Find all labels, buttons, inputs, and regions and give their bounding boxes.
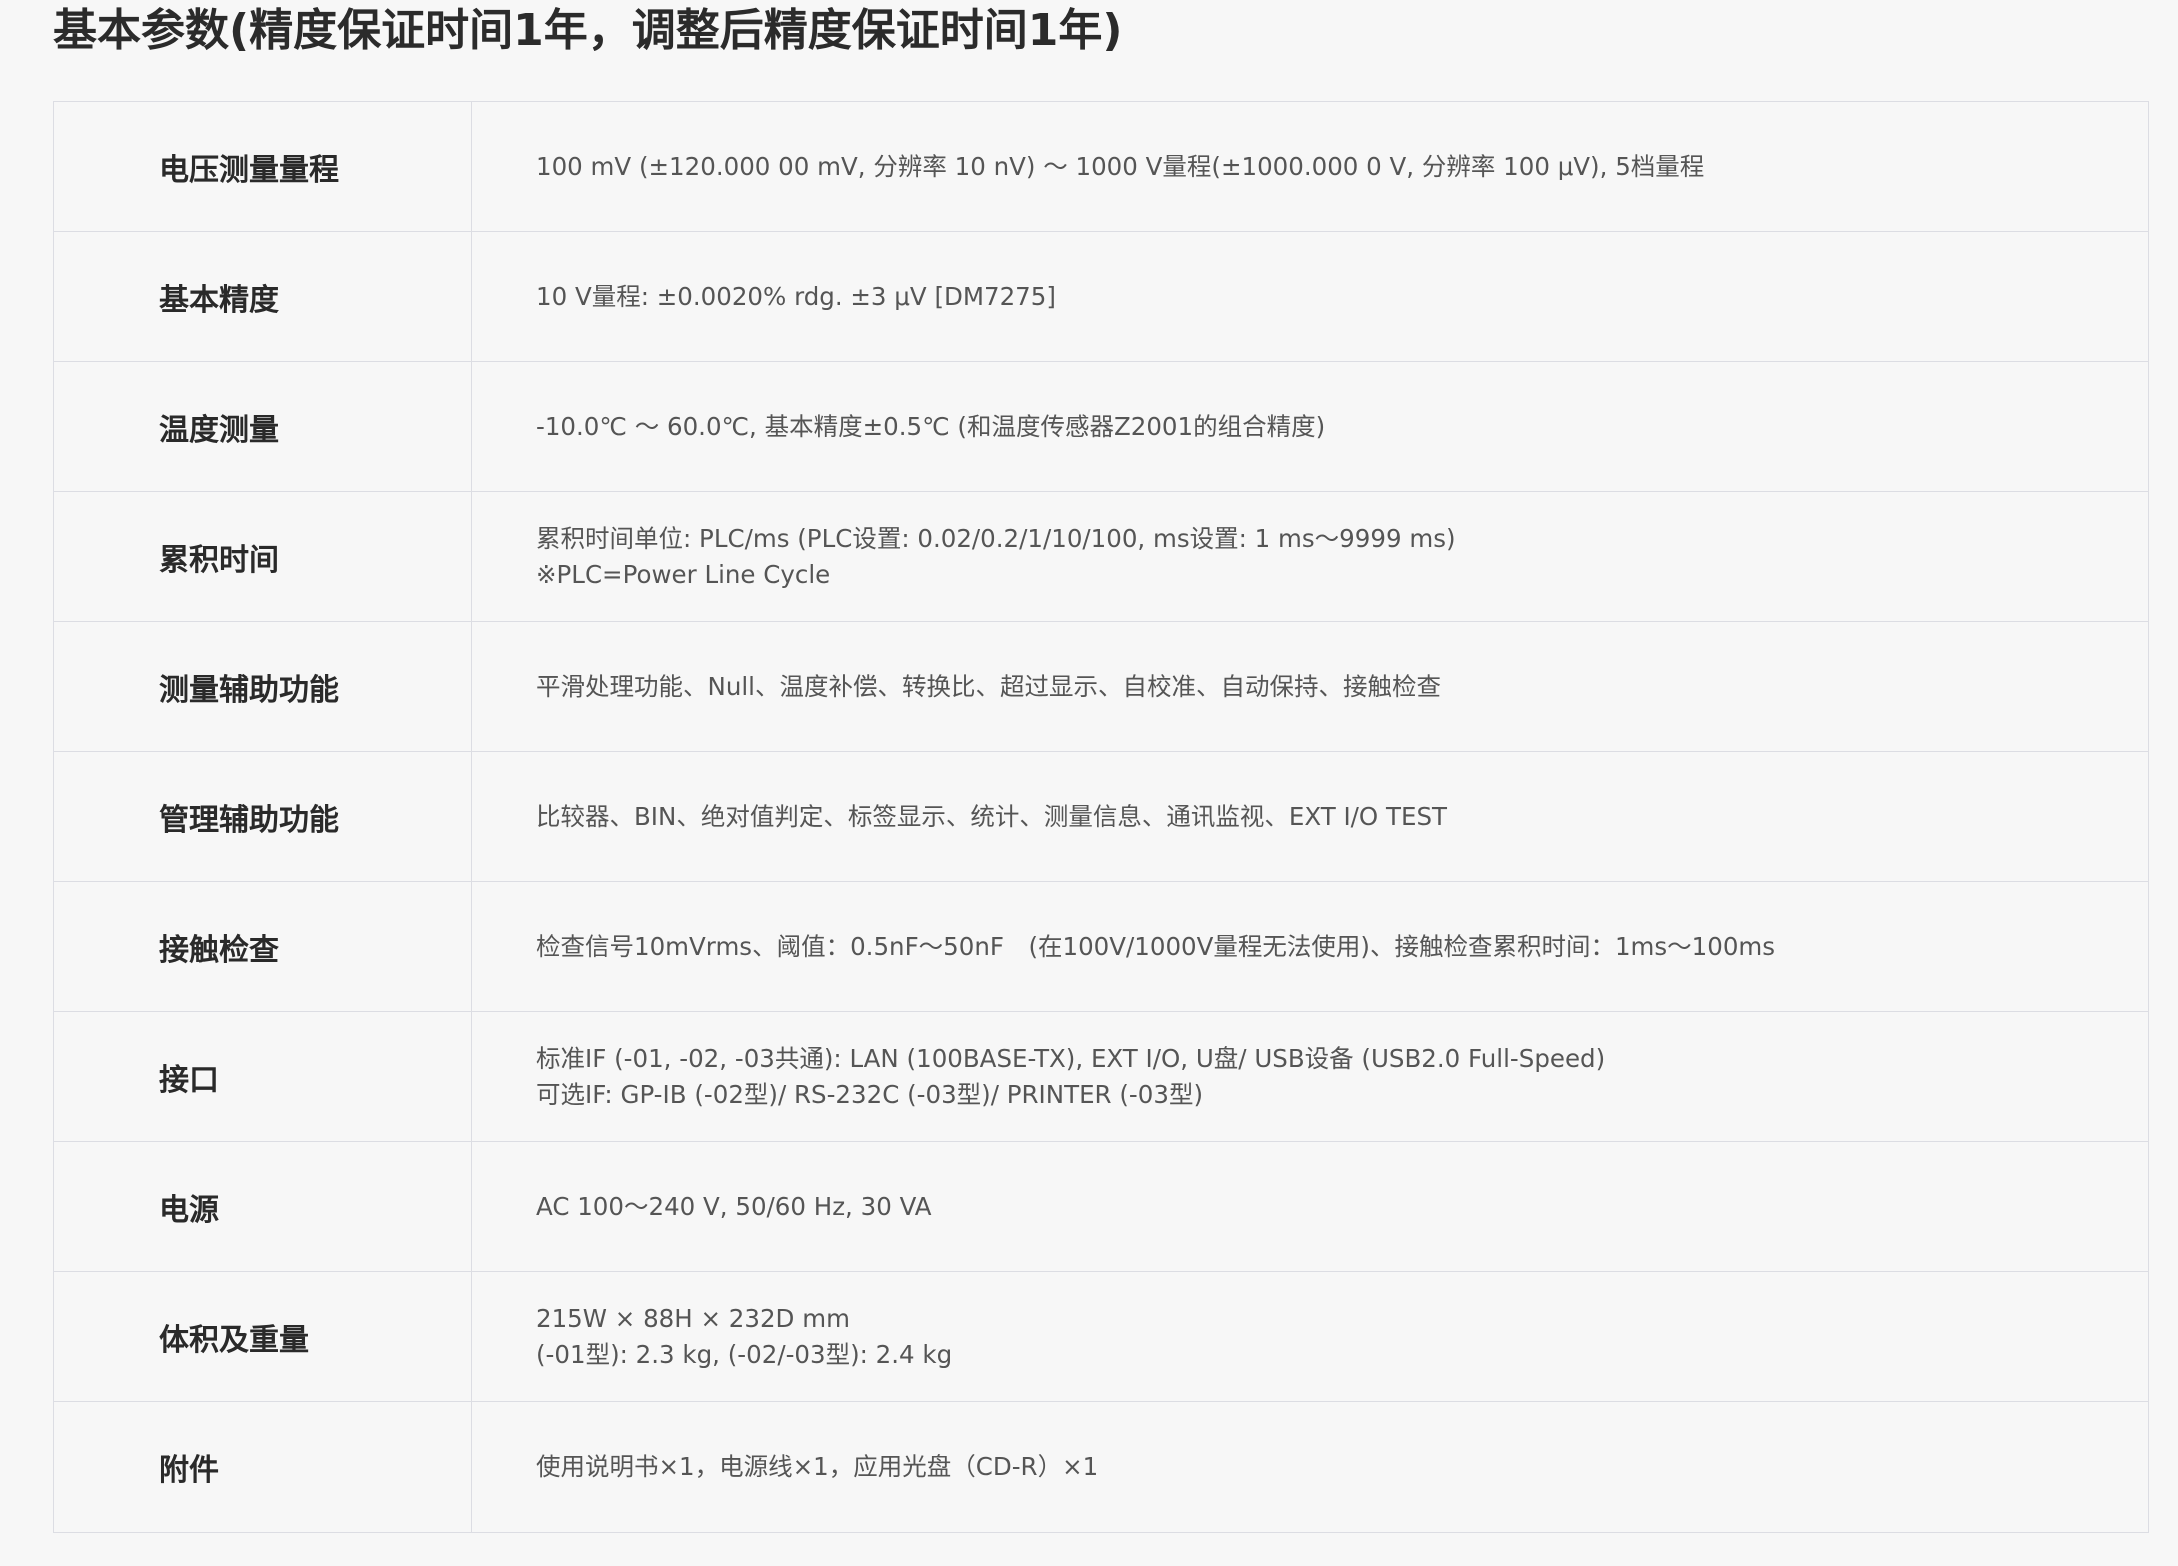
value-line: 使用说明书×1，电源线×1，应用光盘（CD-R）×1	[536, 1452, 1099, 1481]
row-value: 100 mV (±120.000 00 mV, 分辨率 10 nV) ～ 100…	[472, 102, 2148, 231]
row-value: AC 100～240 V, 50/60 Hz, 30 VA	[472, 1142, 2148, 1271]
value-line: 检查信号10mVrms、阈值：0.5nF～50nF (在100V/1000V量程…	[536, 931, 1776, 961]
value-line: (-01型): 2.3 kg, (-02/-03型): 2.4 kg	[536, 1339, 953, 1369]
value-line: 10 V量程: ±0.0020% rdg. ±3 μV [DM7275]	[536, 281, 1056, 311]
value-line: ※PLC=Power Line Cycle	[536, 559, 831, 589]
row-label: 基本精度	[54, 232, 472, 361]
table-row: 温度测量 -10.0℃ ～ 60.0℃, 基本精度±0.5℃ (和温度传感器Z20…	[54, 362, 2148, 492]
value-line: 可选IF: GP-IB (-02型)/ RS-232C (-03型)/ PRIN…	[536, 1079, 1204, 1109]
row-value: -10.0℃ ～ 60.0℃, 基本精度±0.5℃ (和温度传感器Z2001的组…	[472, 362, 2148, 491]
spec-table: 电压测量量程 100 mV (±120.000 00 mV, 分辨率 10 nV)…	[53, 101, 2149, 1533]
value-line: AC 100～240 V, 50/60 Hz, 30 VA	[536, 1191, 932, 1221]
table-row: 电源 AC 100～240 V, 50/60 Hz, 30 VA	[54, 1142, 2148, 1272]
row-value: 10 V量程: ±0.0020% rdg. ±3 μV [DM7275]	[472, 232, 2148, 361]
row-value: 比较器、BIN、绝对值判定、标签显示、统计、测量信息、通讯监视、EXT I/O …	[472, 752, 2148, 881]
value-line: 标准IF (-01, -02, -03共通): LAN (100BASE-TX)…	[536, 1043, 1606, 1073]
value-line: 平滑处理功能、Null、温度补偿、转换比、超过显示、自校准、自动保持、接触检查	[536, 671, 1441, 701]
value-line: 215W × 88H × 232D mm	[536, 1303, 850, 1333]
table-row: 附件 使用说明书×1，电源线×1，应用光盘（CD-R）×1	[54, 1402, 2148, 1533]
value-line: 100 mV (±120.000 00 mV, 分辨率 10 nV) ～ 100…	[536, 151, 1705, 181]
table-row: 电压测量量程 100 mV (±120.000 00 mV, 分辨率 10 nV)…	[54, 102, 2148, 232]
table-row: 基本精度 10 V量程: ±0.0020% rdg. ±3 μV [DM7275]	[54, 232, 2148, 362]
table-row: 累积时间 累积时间单位: PLC/ms (PLC设置: 0.02/0.2/1/10…	[54, 492, 2148, 622]
row-value: 检查信号10mVrms、阈值：0.5nF～50nF (在100V/1000V量程…	[472, 882, 2148, 1011]
table-row: 体积及重量 215W × 88H × 232D mm (-01型): 2.3 kg,…	[54, 1272, 2148, 1402]
page-title: 基本参数(精度保证时间1年，调整后精度保证时间1年)	[53, 5, 1123, 56]
row-label: 体积及重量	[54, 1272, 472, 1401]
row-label: 管理辅助功能	[54, 752, 472, 881]
row-value: 标准IF (-01, -02, -03共通): LAN (100BASE-TX)…	[472, 1012, 2148, 1141]
row-label: 电压测量量程	[54, 102, 472, 231]
row-value: 使用说明书×1，电源线×1，应用光盘（CD-R）×1	[472, 1402, 2148, 1532]
value-line: 累积时间单位: PLC/ms (PLC设置: 0.02/0.2/1/10/100…	[536, 523, 1456, 553]
row-label: 累积时间	[54, 492, 472, 621]
table-row: 管理辅助功能 比较器、BIN、绝对值判定、标签显示、统计、测量信息、通讯监视、EX…	[54, 752, 2148, 882]
table-row: 接触检查 检查信号10mVrms、阈值：0.5nF～50nF (在100V/100…	[54, 882, 2148, 1012]
value-line: -10.0℃ ～ 60.0℃, 基本精度±0.5℃ (和温度传感器Z2001的组…	[536, 411, 1326, 441]
row-value: 215W × 88H × 232D mm (-01型): 2.3 kg, (-02…	[472, 1272, 2148, 1401]
row-label: 附件	[54, 1402, 472, 1532]
value-line: 比较器、BIN、绝对值判定、标签显示、统计、测量信息、通讯监视、EXT I/O …	[536, 801, 1447, 831]
row-label: 温度测量	[54, 362, 472, 491]
table-row: 接口 标准IF (-01, -02, -03共通): LAN (100BASE-T…	[54, 1012, 2148, 1142]
row-label: 接口	[54, 1012, 472, 1141]
row-label: 测量辅助功能	[54, 622, 472, 751]
row-value: 累积时间单位: PLC/ms (PLC设置: 0.02/0.2/1/10/100…	[472, 492, 2148, 621]
row-label: 电源	[54, 1142, 472, 1271]
table-row: 测量辅助功能 平滑处理功能、Null、温度补偿、转换比、超过显示、自校准、自动保持…	[54, 622, 2148, 752]
row-label: 接触检查	[54, 882, 472, 1011]
row-value: 平滑处理功能、Null、温度补偿、转换比、超过显示、自校准、自动保持、接触检查	[472, 622, 2148, 751]
